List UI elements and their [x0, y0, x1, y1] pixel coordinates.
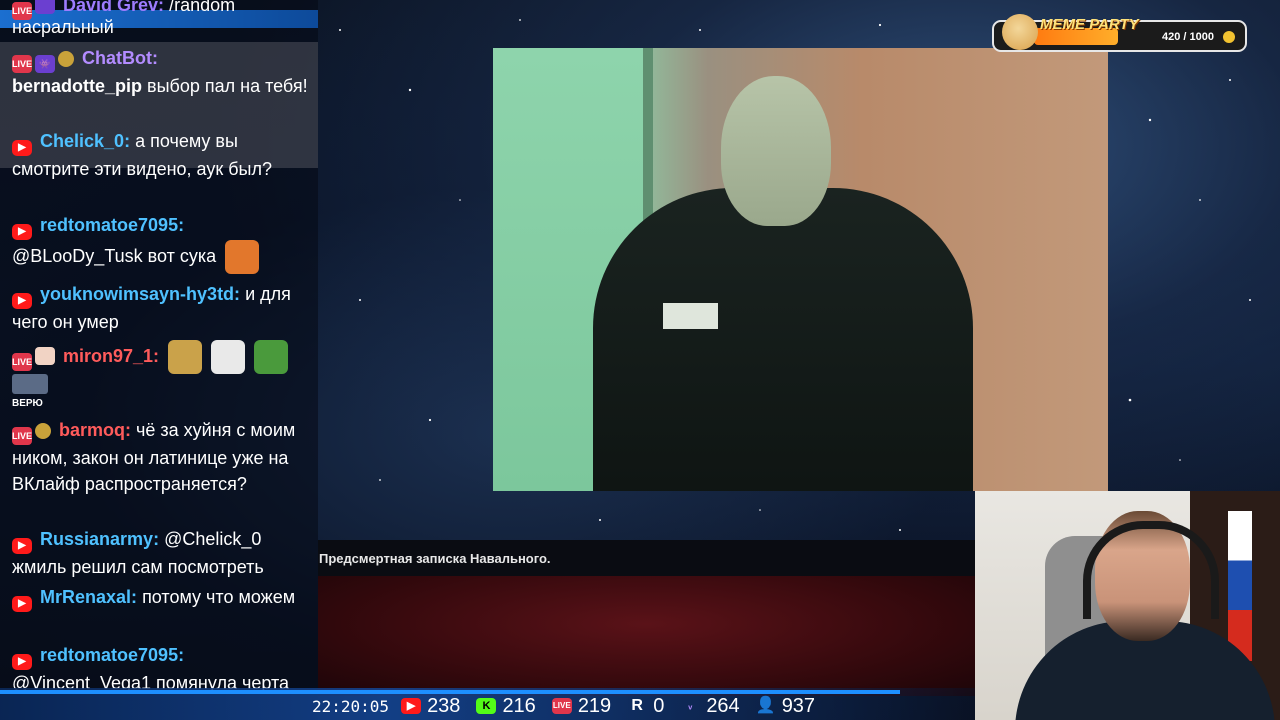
mod-icon — [35, 0, 55, 14]
vk-icon: ᵥ — [688, 700, 693, 712]
flag-icon — [1228, 511, 1252, 661]
rutube-icon: R — [631, 697, 643, 714]
chat-username[interactable]: Russianarmy: — [40, 529, 159, 549]
youtube-viewers: 238 — [427, 694, 461, 717]
total-viewers: 937 — [781, 694, 816, 717]
ufo-emote-icon — [12, 374, 48, 394]
nurse-emote-icon — [211, 340, 246, 374]
chat-text: /random — [169, 0, 236, 15]
alien-icon: 👾 — [35, 55, 55, 73]
chat-username[interactable]: ChatBot: — [82, 48, 158, 68]
chat-message: ▶ MrRenaxal: потому что можем — [12, 584, 308, 612]
chat-username[interactable]: miron97_1: — [63, 346, 159, 366]
chat-text: потому что можем — [142, 587, 296, 607]
chat-panel[interactable]: LIVE David Grev: /random насральный LIVE… — [0, 0, 318, 720]
red-background-area — [318, 576, 975, 696]
stream-time: 22:20:05 — [312, 696, 390, 716]
coin-icon — [58, 51, 74, 67]
youtube-icon: ▶ — [12, 293, 32, 309]
meme-party-count: 420 / 1000 — [1162, 31, 1214, 43]
youtube-icon: ▶ — [401, 698, 422, 714]
chat-message: LIVE miron97_1: — [12, 340, 308, 374]
kick-icon: K — [476, 698, 497, 714]
doge-icon — [1002, 14, 1038, 50]
live-icon: LIVE — [12, 427, 32, 445]
live-icon: LIVE — [12, 352, 32, 371]
rutube-viewers: 0 — [653, 694, 665, 717]
chat-text: выбор пал на тебя! — [147, 76, 308, 96]
video-person-body — [593, 188, 973, 491]
chat-message: ▶ youknowimsayn-hy3td: и для чего он уме… — [12, 281, 308, 335]
coin-icon — [35, 423, 51, 439]
emote-caption: ВЕРЮ — [12, 398, 43, 409]
vk-viewers: 264 — [706, 694, 740, 717]
video-caption: Предсмертная записка Навального. — [319, 551, 551, 566]
pepe-emote-icon — [168, 340, 203, 374]
angry-emote-icon — [225, 240, 260, 274]
chat-username[interactable]: redtomatoe7095: — [40, 215, 184, 235]
vklive-viewers: 219 — [577, 694, 612, 717]
chat-message: насральный — [12, 14, 308, 40]
live-icon: LIVE — [551, 698, 572, 714]
chat-text: насральный — [12, 17, 114, 37]
emote-badge-icon — [35, 346, 55, 365]
youtube-icon: ▶ — [12, 538, 32, 554]
chat-message: LIVE barmoq: чё за хуйня с моим ником, з… — [12, 417, 308, 497]
youtube-icon: ▶ — [12, 654, 32, 670]
chat-mention[interactable]: bernadotte_pip — [12, 76, 142, 96]
video-person-head — [721, 76, 831, 226]
chat-message: ▶ redtomatoe7095: @BLooDy_Tusk вот сука — [12, 212, 308, 274]
viewer-stats: 22:20:05 ▶ 238 K 216 LIVE 219 R 0 ᵥ 264 … — [312, 694, 825, 718]
chat-username[interactable]: Chelick_0: — [40, 131, 130, 151]
chat-text: @BLooDy_Tusk вот сука — [12, 245, 217, 266]
chat-username[interactable]: David Grev: — [63, 0, 164, 15]
chat-username[interactable]: youknowimsayn-hy3td: — [40, 284, 240, 304]
headset-icon — [1083, 521, 1219, 619]
chat-text: чё за хуйня с моим ником, закон он латин… — [12, 420, 296, 494]
chat-username[interactable]: barmoq: — [59, 420, 131, 440]
coin-icon — [1223, 31, 1235, 43]
chat-message: ВЕРЮ — [12, 374, 308, 410]
video-player[interactable] — [493, 48, 1108, 491]
chat-username[interactable]: redtomatoe7095: — [40, 645, 184, 665]
chat-message: LIVE 👾 ChatBot: bernadotte_pip выбор пал … — [12, 45, 308, 99]
youtube-icon: ▶ — [12, 140, 32, 156]
uniform-patch — [663, 303, 718, 329]
meme-party-title: MEME PARTY — [1040, 16, 1139, 33]
webcam-feed — [975, 491, 1280, 720]
chat-message: ▶ Chelick_0: а почему вы смотрите эти ви… — [12, 128, 308, 182]
youtube-icon: ▶ — [12, 596, 32, 612]
chat-message: ▶ Russianarmy: @Chelick_0 жмиль решил са… — [12, 526, 308, 580]
user-icon: 👤 — [755, 697, 776, 714]
youtube-icon: ▶ — [12, 224, 32, 240]
pepe-medic-emote-icon — [254, 340, 289, 374]
chat-username[interactable]: MrRenaxal: — [40, 587, 137, 607]
kick-viewers: 216 — [502, 694, 536, 717]
live-icon: LIVE — [12, 55, 32, 73]
